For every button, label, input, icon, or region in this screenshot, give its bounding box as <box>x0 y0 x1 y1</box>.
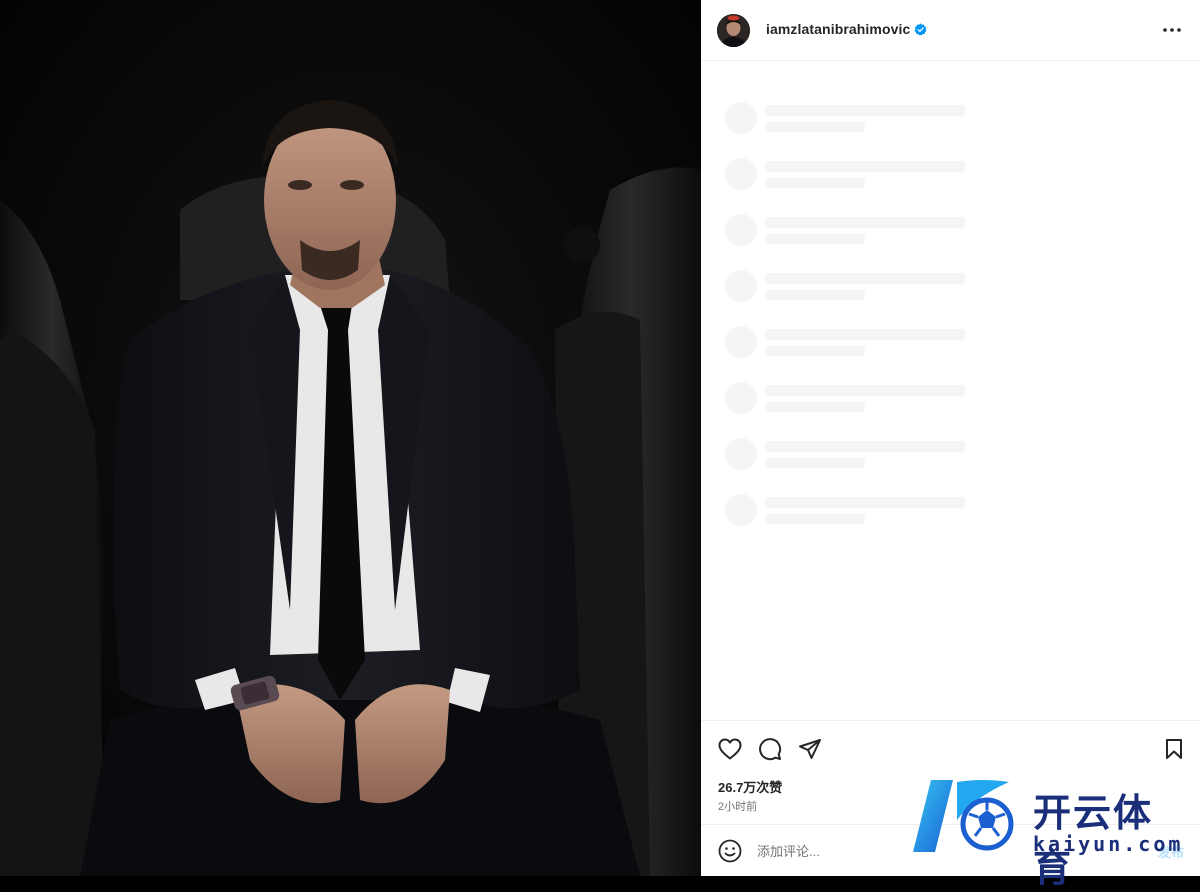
like-count[interactable]: 26.7万次赞 <box>718 777 782 796</box>
post-image <box>0 0 701 876</box>
like-button[interactable] <box>717 736 743 762</box>
comment-skeleton <box>725 270 985 326</box>
post-actions: 26.7万次赞 2小时前 <box>701 720 1200 824</box>
post-timestamp[interactable]: 2小时前 <box>718 798 757 814</box>
post-comment-button[interactable]: 发布 <box>1158 842 1184 861</box>
comment-skeleton <box>725 214 985 270</box>
save-button[interactable] <box>1161 736 1187 762</box>
avatar[interactable] <box>717 14 750 47</box>
comment-skeleton <box>725 326 985 382</box>
paper-plane-icon <box>799 739 821 759</box>
comment-skeleton <box>725 494 985 550</box>
verified-badge-icon <box>914 22 927 36</box>
post-side-panel: iamzlatanibrahimovic 26.7万次赞 2小时前 添加评论..… <box>701 0 1200 876</box>
add-comment-bar: 发布 <box>701 824 1200 876</box>
bookmark-icon <box>1166 739 1182 759</box>
heart-icon <box>718 738 742 760</box>
more-options-button[interactable] <box>1160 20 1184 40</box>
post-photo[interactable] <box>0 0 701 876</box>
avatar-image <box>717 14 750 47</box>
share-button[interactable] <box>797 736 823 762</box>
comment-bubble-icon <box>759 738 782 761</box>
comment-input[interactable] <box>757 840 1097 862</box>
username-link[interactable]: iamzlatanibrahimovic <box>766 21 910 37</box>
comment-skeleton <box>725 158 985 214</box>
post-header: iamzlatanibrahimovic <box>701 0 1200 61</box>
comment-button[interactable] <box>757 736 783 762</box>
comment-skeleton <box>725 438 985 494</box>
smiley-icon[interactable] <box>718 839 742 863</box>
comment-skeleton <box>725 382 985 438</box>
author: iamzlatanibrahimovic <box>766 21 927 37</box>
comments-loading-skeleton <box>725 102 985 550</box>
more-horizontal-icon <box>1163 28 1181 32</box>
comment-skeleton <box>725 102 985 158</box>
